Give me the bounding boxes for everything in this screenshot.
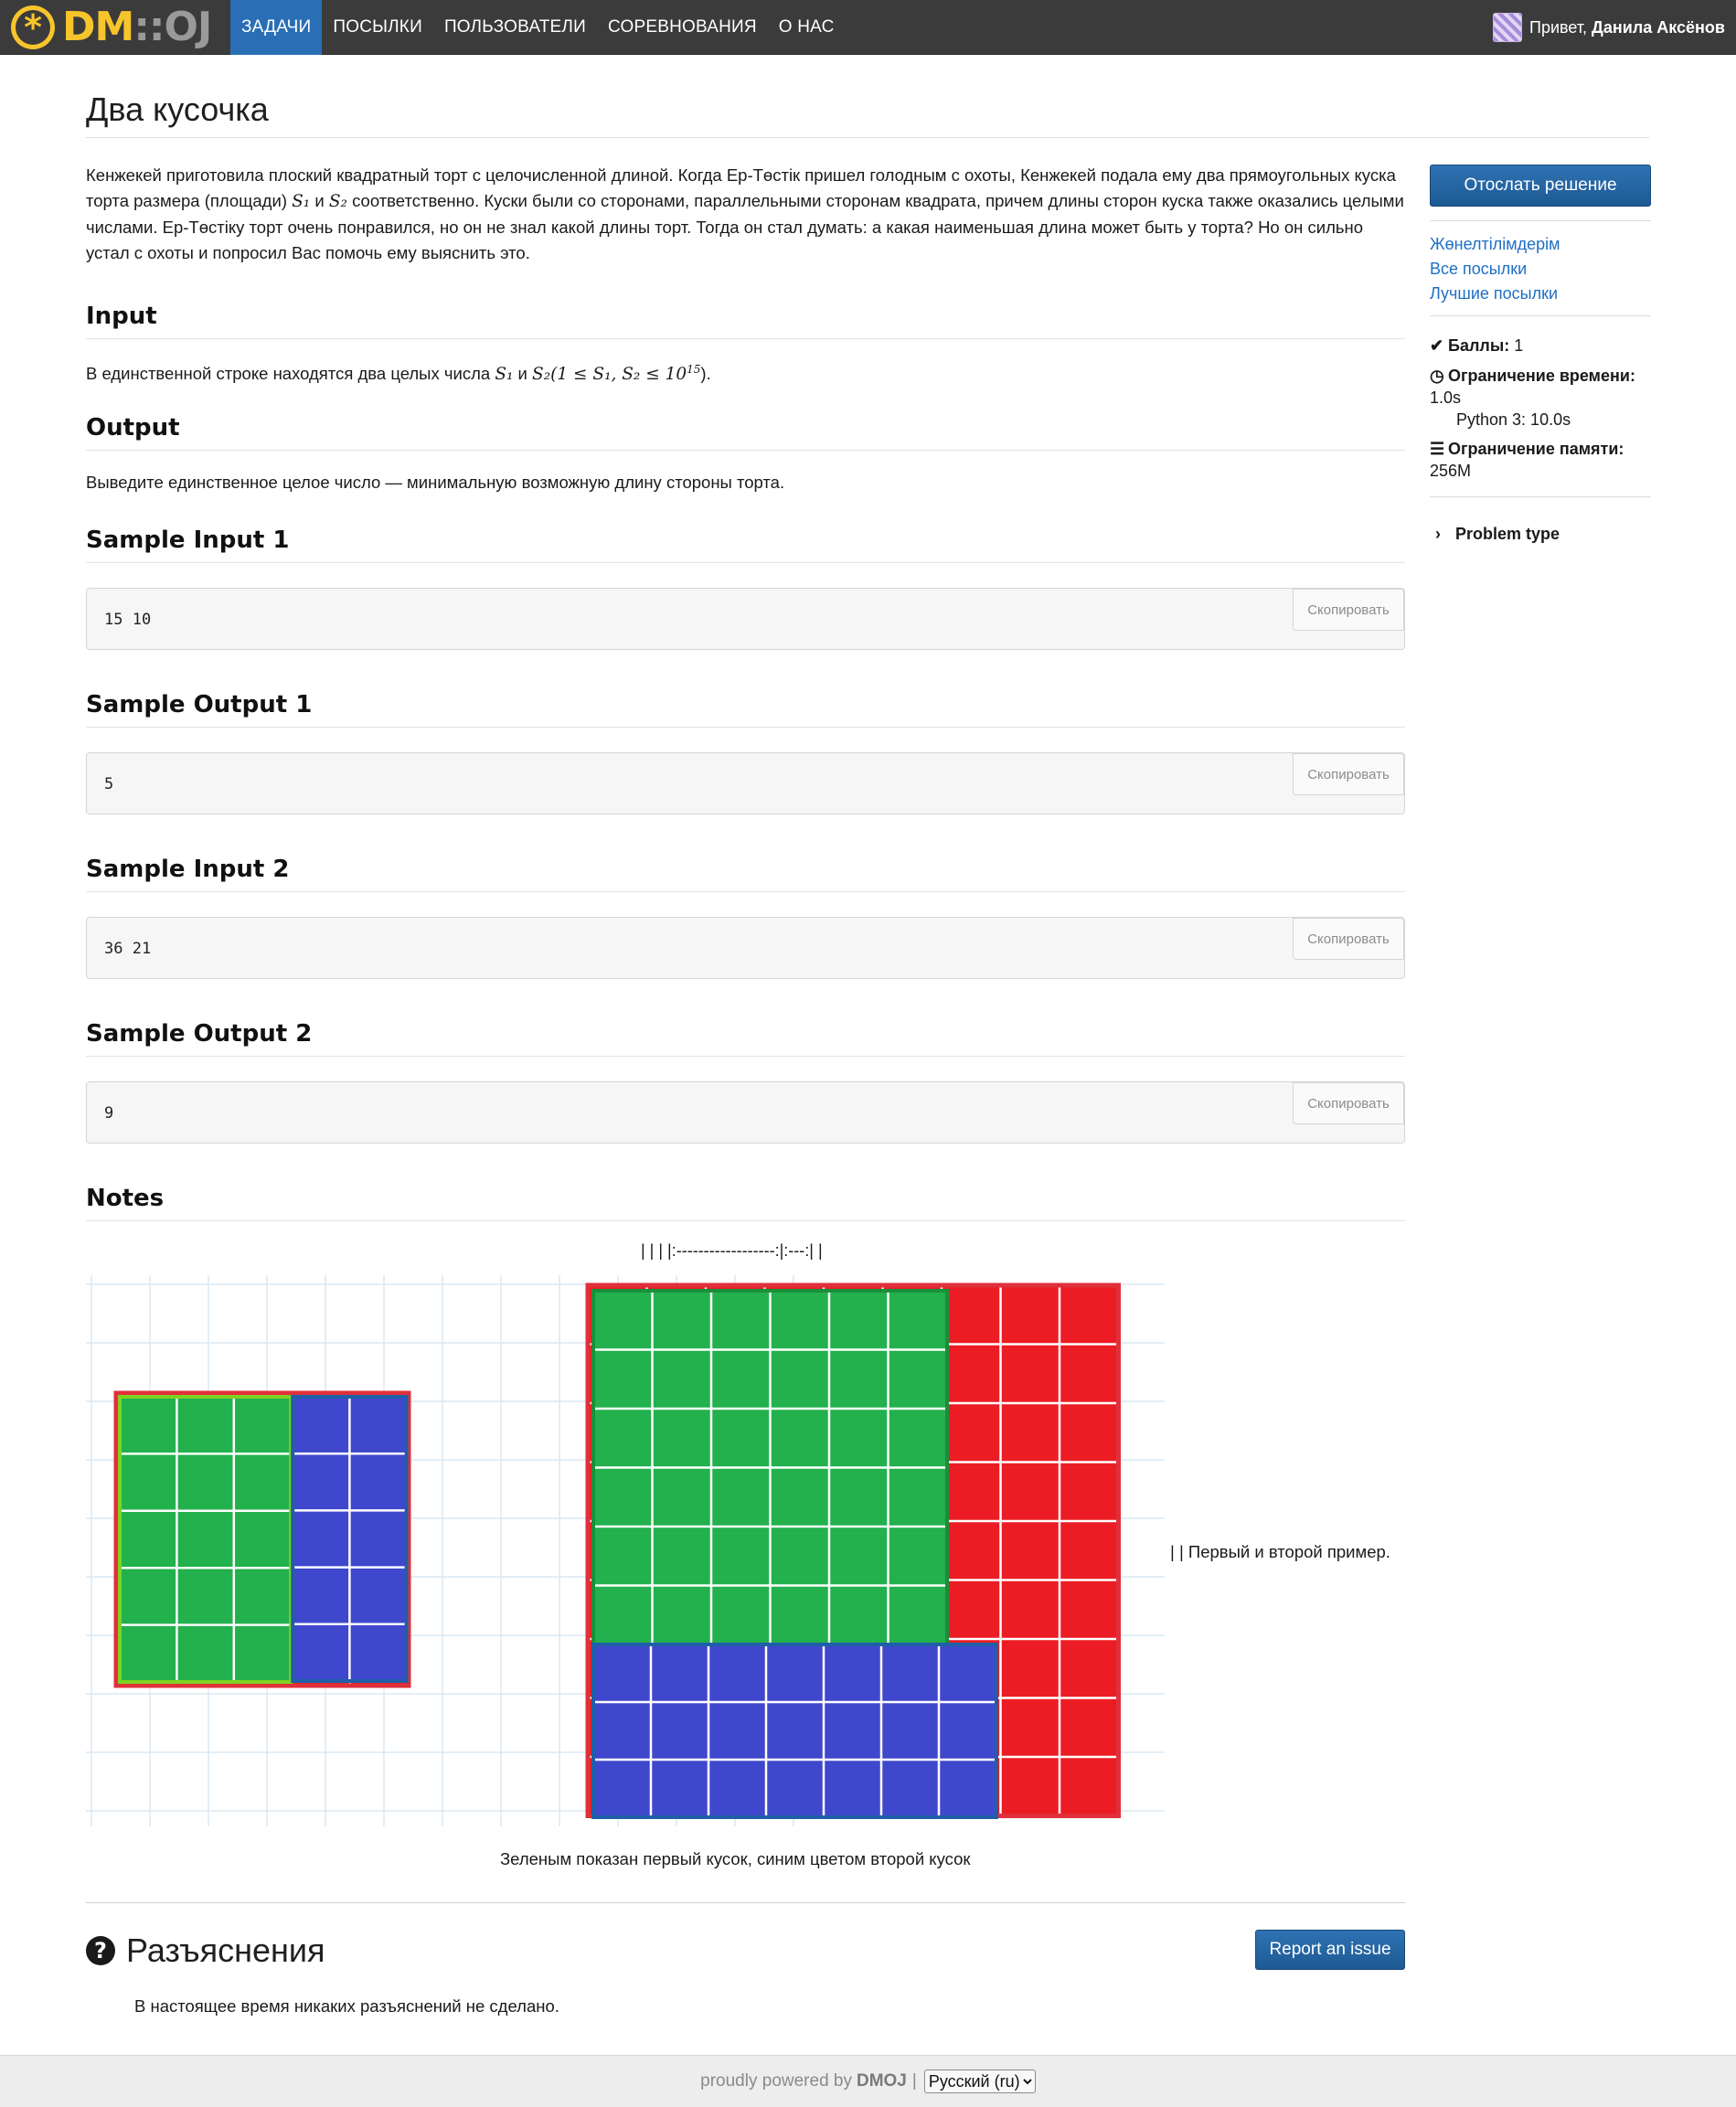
- output-description: Выведите единственное целое число — мини…: [86, 473, 785, 492]
- math-exponent: 15: [687, 363, 701, 376]
- nav-item-users[interactable]: ПОЛЬЗОВАТЕЛИ: [433, 0, 597, 55]
- figure-caption: Зеленым показан первый кусок, синим цвет…: [500, 1849, 971, 1868]
- sample-output-1-box: 5 Скопировать: [86, 752, 1405, 814]
- footer-separator: |: [911, 2071, 917, 2091]
- sample-input-1-value[interactable]: 15 10: [104, 609, 151, 631]
- dmoj-brand[interactable]: DMOJ: [857, 2071, 907, 2091]
- points-label: Баллы:: [1448, 336, 1510, 355]
- sidebar-links: Жөнелтілімдерім Все посылки Лучшие посыл…: [1430, 232, 1651, 306]
- sample-output-1-heading: Sample Output 1: [86, 686, 1405, 728]
- table-markup-line: | | | |:------------------:|:---:| |: [641, 1241, 823, 1260]
- memory-limit-info: ☰ Ограничение памяти: 256M: [1430, 438, 1651, 482]
- all-submissions-link[interactable]: Все посылки: [1430, 257, 1651, 282]
- clarifications-divider: [86, 1902, 1405, 1903]
- input-text: В единственной строке находятся два целы…: [86, 364, 495, 384]
- my-submissions-link[interactable]: Жөнелтілімдерім: [1430, 232, 1651, 257]
- input-text: ).: [700, 364, 711, 384]
- example-2-diagram: [585, 1282, 1121, 1819]
- math-s1: S₁: [292, 192, 311, 211]
- points-info: ✔ Баллы: 1: [1430, 335, 1651, 356]
- sample-output-2-heading: Sample Output 2: [86, 1016, 1405, 1057]
- sample-input-2-heading: Sample Input 2: [86, 851, 1405, 892]
- clarifications-title: Разъяснения: [126, 1931, 325, 1969]
- sample-input-1-box: 15 10 Скопировать: [86, 588, 1405, 650]
- logo-dots: ::: [133, 4, 165, 50]
- footer: proudly powered by DMOJ | Русский (ru): [0, 2055, 1736, 2107]
- sample-input-2-box: 36 21 Скопировать: [86, 917, 1405, 979]
- input-text: и: [513, 364, 533, 384]
- submit-solution-button[interactable]: Отослать решение: [1430, 165, 1651, 207]
- clock-icon: ◷: [1430, 367, 1444, 385]
- copy-button[interactable]: Скопировать: [1293, 918, 1404, 960]
- math-s2: S₂: [328, 192, 347, 211]
- check-icon: ✔: [1430, 336, 1444, 355]
- sidebar-divider: [1430, 496, 1651, 497]
- cake-pieces-figure: [86, 1275, 1165, 1826]
- output-heading: Output: [86, 410, 1405, 451]
- nav-item-problems[interactable]: ЗАДАЧИ: [230, 0, 323, 55]
- logo-text: DM::OJ: [62, 4, 213, 50]
- language-select[interactable]: Русский (ru): [923, 2070, 1036, 2093]
- example-1-diagram: [113, 1390, 411, 1688]
- greeting-text: Привет,: [1529, 17, 1588, 37]
- time-limit-value: 1.0s: [1430, 388, 1462, 407]
- copy-button[interactable]: Скопировать: [1293, 753, 1404, 795]
- clarifications-text: В настоящее время никаких разъяснений не…: [134, 1996, 559, 2016]
- user-menu[interactable]: Привет, Данила Аксёнов: [1493, 0, 1725, 55]
- question-circle-icon: ?: [86, 1936, 115, 1965]
- copy-button[interactable]: Скопировать: [1293, 1082, 1404, 1124]
- input-heading: Input: [86, 298, 1405, 339]
- page-title: Два кусочка: [86, 90, 269, 128]
- notes-heading: Notes: [86, 1180, 1405, 1221]
- green-piece-example-1: [120, 1397, 292, 1682]
- problem-type-toggle[interactable]: › Problem type: [1430, 523, 1651, 545]
- sample-output-2-box: 9 Скопировать: [86, 1081, 1405, 1144]
- clarifications-heading: ? Разъяснения: [86, 1931, 325, 1971]
- best-submissions-link[interactable]: Лучшие посылки: [1430, 282, 1651, 306]
- nav-menu: ЗАДАЧИ ПОСЫЛКИ ПОЛЬЗОВАТЕЛИ СОРЕВНОВАНИЯ…: [230, 0, 846, 55]
- sample-output-2-value[interactable]: 9: [104, 1102, 113, 1124]
- python-time-limit: Python 3: 10.0s: [1456, 410, 1571, 429]
- sample-output-1-value[interactable]: 5: [104, 773, 113, 795]
- problem-type-label: Problem type: [1455, 525, 1560, 543]
- points-value: 1: [1514, 336, 1524, 355]
- logo-oj: OJ: [164, 4, 213, 50]
- title-divider: [86, 137, 1649, 138]
- blue-piece-example-2: [593, 1644, 996, 1817]
- sidebar-divider: [1430, 220, 1651, 221]
- nav-item-contests[interactable]: СОРЕВНОВАНИЯ: [597, 0, 768, 55]
- nav-item-about[interactable]: О НАС: [768, 0, 846, 55]
- logo-dm: DM: [62, 4, 134, 50]
- time-limit-info: ◷ Ограничение времени: 1.0s: [1430, 365, 1651, 409]
- user-name[interactable]: Данила Аксёнов: [1592, 18, 1725, 37]
- powered-by-text: proudly powered by: [700, 2071, 852, 2091]
- avatar[interactable]: [1493, 13, 1523, 42]
- math-constraint: S₂: [532, 365, 551, 385]
- site-logo[interactable]: * DM::OJ: [11, 5, 221, 49]
- sample-input-2-value[interactable]: 36 21: [104, 938, 151, 960]
- server-icon: ☰: [1430, 440, 1445, 458]
- memory-limit-value: 256M: [1430, 462, 1472, 480]
- problem-info: ✔ Баллы: 1 ◷ Ограничение времени: 1.0s Pyt…: [1430, 335, 1651, 482]
- nav-item-submissions[interactable]: ПОСЫЛКИ: [322, 0, 433, 55]
- sidebar-divider: [1430, 315, 1651, 316]
- statement-text: и: [310, 191, 329, 210]
- copy-button[interactable]: Скопировать: [1293, 589, 1404, 631]
- input-description: В единственной строке находятся два целы…: [86, 356, 1405, 388]
- report-issue-button[interactable]: Report an issue: [1255, 1930, 1405, 1970]
- chevron-right-icon: ›: [1435, 525, 1441, 543]
- math-s1: S₁: [495, 365, 514, 385]
- time-limit-label: Ограничение времени:: [1448, 367, 1635, 385]
- math-constraint: (1 ≤ S₁, S₂ ≤ 10: [550, 365, 687, 385]
- problem-statement: Кенжекей приготовила плоский квадратный …: [86, 163, 1405, 266]
- memory-limit-label: Ограничение памяти:: [1448, 440, 1624, 458]
- figure-side-caption: | | Первый и второй пример.: [1170, 1542, 1390, 1561]
- top-navbar: * DM::OJ ЗАДАЧИ ПОСЫЛКИ ПОЛЬЗОВАТЕЛИ СОР…: [0, 0, 1736, 55]
- sample-input-1-heading: Sample Input 1: [86, 522, 1405, 563]
- problem-sidebar: Отослать решение Жөнелтілімдерім Все пос…: [1430, 165, 1651, 545]
- asterisk-logo-icon: *: [11, 5, 55, 49]
